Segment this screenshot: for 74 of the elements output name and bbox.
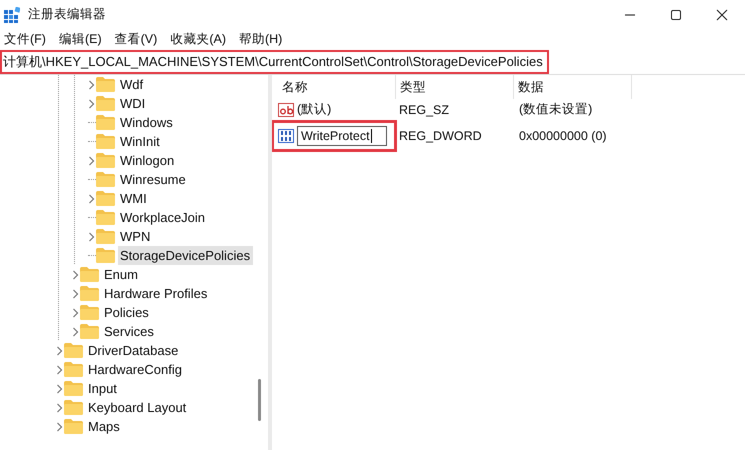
- menu-item[interactable]: 收藏夹(A): [170, 30, 226, 48]
- tree-item[interactable]: Windows: [118, 113, 175, 132]
- tree-item[interactable]: Wdf: [118, 75, 146, 94]
- folder-icon: [96, 191, 115, 206]
- tree-item[interactable]: Enum: [102, 265, 140, 284]
- folder-icon: [96, 153, 115, 168]
- tree-item[interactable]: Services: [102, 322, 156, 341]
- tree-item[interactable]: Policies: [102, 303, 151, 322]
- chevron-icon[interactable]: [72, 288, 80, 298]
- address-bar[interactable]: 计算机\HKEY_LOCAL_MACHINE\SYSTEM\CurrentControlSet\Control\StorageDevicePolicies: [0, 50, 549, 74]
- menu-item[interactable]: 帮助(H): [238, 30, 282, 48]
- chevron-icon[interactable]: [72, 308, 80, 318]
- value-type: REG_SZ: [399, 102, 450, 116]
- close-button[interactable]: [716, 8, 728, 20]
- maximize-button[interactable]: [670, 8, 682, 20]
- folder-icon: [96, 229, 115, 244]
- value-data: (数值未设置): [519, 101, 592, 118]
- tree-item[interactable]: Winresume: [118, 170, 188, 189]
- tree-item[interactable]: DriverDatabase: [86, 341, 180, 360]
- menu-item[interactable]: 编辑(E): [58, 30, 102, 48]
- value-data: 0x00000000 (0): [519, 128, 607, 142]
- value-name[interactable]: (默认): [297, 101, 332, 118]
- value-type: REG_DWORD: [399, 128, 483, 142]
- chevron-icon[interactable]: [56, 346, 64, 356]
- column-header[interactable]: 名称: [278, 75, 396, 99]
- tree-item[interactable]: WPN: [118, 227, 152, 246]
- window-title: 注册表编辑器: [28, 6, 106, 23]
- folder-icon: [64, 400, 83, 415]
- folder-icon: [64, 362, 83, 377]
- chevron-icon[interactable]: [72, 270, 80, 280]
- tree-item[interactable]: Winlogon: [118, 151, 176, 170]
- tree-item[interactable]: WorkplaceJoin: [118, 208, 208, 227]
- tree-item[interactable]: Maps: [86, 417, 122, 436]
- tree-item[interactable]: WinInit: [118, 132, 162, 151]
- tree-item[interactable]: HardwareConfig: [86, 360, 184, 379]
- chevron-icon[interactable]: [88, 80, 96, 90]
- folder-icon: [96, 172, 115, 187]
- folder-icon: [64, 343, 83, 358]
- chevron-icon[interactable]: [72, 326, 80, 336]
- folder-icon: [80, 286, 99, 301]
- chevron-icon[interactable]: [56, 422, 64, 432]
- folder-icon: [96, 77, 115, 92]
- folder-icon: [96, 96, 115, 111]
- registry-editor-icon: [4, 6, 20, 22]
- name-input-field[interactable]: WriteProtect: [297, 126, 387, 146]
- menu-item[interactable]: 文件(F): [4, 30, 46, 48]
- chevron-icon[interactable]: [88, 194, 96, 204]
- tree-item[interactable]: Input: [86, 379, 119, 398]
- chevron-icon[interactable]: [88, 156, 96, 166]
- tree-item[interactable]: WDI: [118, 94, 148, 113]
- tree-item[interactable]: StorageDevicePolicies: [118, 246, 254, 265]
- tree-item[interactable]: Hardware Profiles: [102, 284, 210, 303]
- tree-item[interactable]: WMI: [118, 189, 149, 208]
- folder-icon: [96, 115, 115, 130]
- folder-icon: [96, 248, 115, 263]
- folder-icon: [96, 210, 115, 225]
- chevron-icon[interactable]: [88, 232, 96, 242]
- folder-icon: [80, 267, 99, 282]
- folder-icon: [64, 381, 83, 396]
- column-header[interactable]: 数据: [514, 75, 632, 99]
- chevron-icon[interactable]: [56, 364, 64, 374]
- column-header[interactable]: 类型: [396, 75, 514, 99]
- tree-item[interactable]: Keyboard Layout: [86, 398, 188, 417]
- folder-icon: [64, 419, 83, 434]
- chevron-icon[interactable]: [88, 98, 96, 108]
- folder-icon: [80, 305, 99, 320]
- string-value-icon: [278, 102, 294, 116]
- binary-value-icon: [278, 128, 294, 142]
- chevron-icon[interactable]: [56, 402, 64, 412]
- scrollbar-thumb[interactable]: [258, 379, 261, 421]
- folder-icon: [96, 134, 115, 149]
- folder-icon: [80, 324, 99, 339]
- menu-item[interactable]: 查看(V): [114, 30, 158, 48]
- chevron-icon[interactable]: [56, 384, 64, 394]
